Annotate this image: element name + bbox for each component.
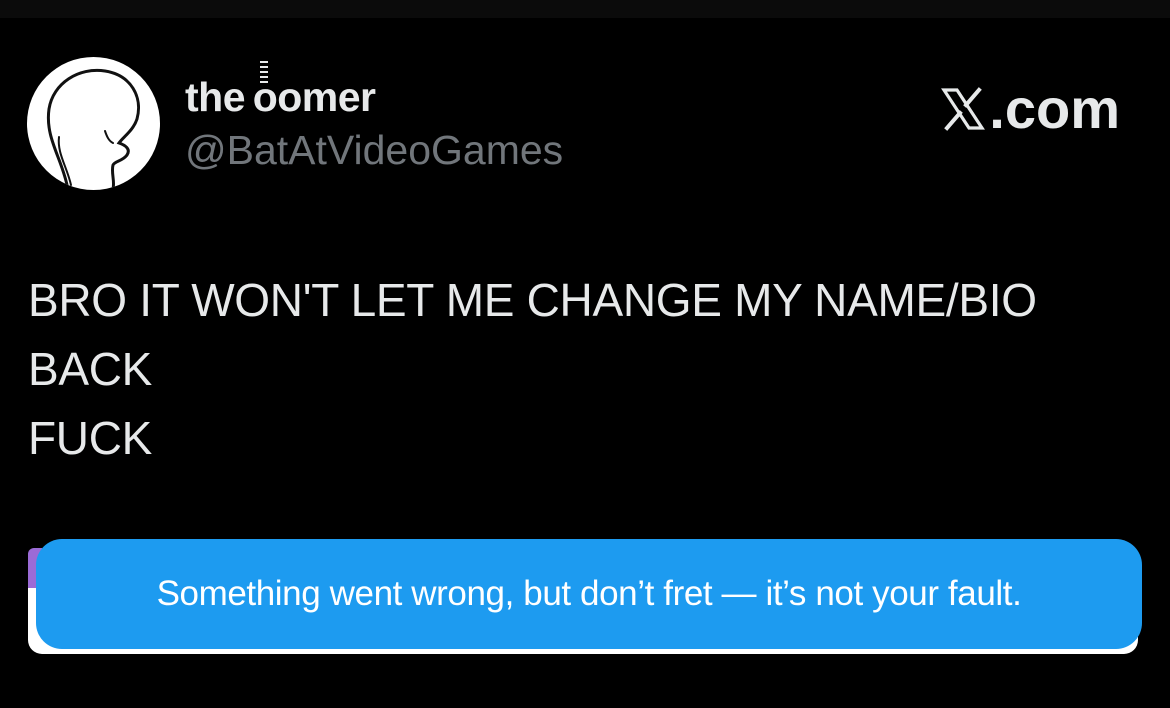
- post-text-line: BRO IT WON'T LET ME CHANGE MY NAME/BIO: [28, 274, 1037, 326]
- display-name[interactable]: the oomer: [185, 74, 376, 121]
- x-logo-icon: [941, 86, 986, 131]
- user-handle[interactable]: @BatAtVideoGames: [185, 127, 563, 174]
- brand-domain-text: .com: [989, 77, 1120, 140]
- top-bar: [0, 0, 1170, 18]
- post-text-line: BACK: [28, 343, 153, 395]
- post-text-line: FUCK: [28, 412, 153, 464]
- avatar[interactable]: [27, 57, 160, 190]
- error-toast-message: Something went wrong, but don’t fret — i…: [156, 574, 1022, 613]
- error-toast[interactable]: Something went wrong, but don’t fret — i…: [36, 539, 1142, 649]
- brand-domain: .com: [941, 76, 1120, 141]
- name-emoji-icon: [260, 61, 268, 83]
- head-sketch-icon: [46, 68, 140, 190]
- post-body: BRO IT WON'T LET ME CHANGE MY NAME/BIO B…: [28, 266, 1138, 473]
